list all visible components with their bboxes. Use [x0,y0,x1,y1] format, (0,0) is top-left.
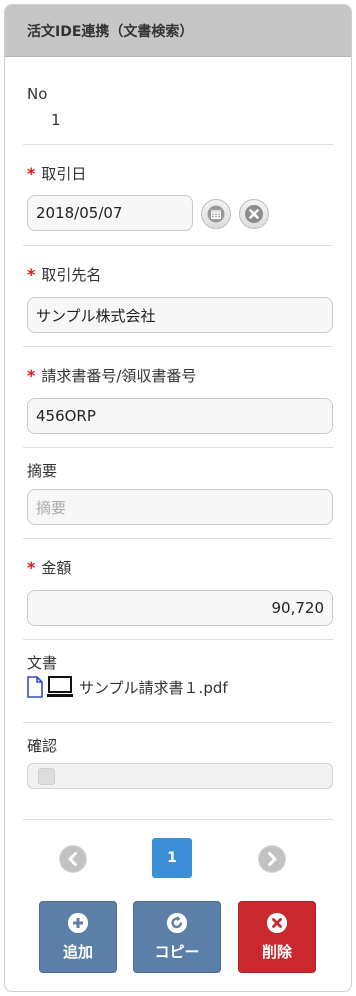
amount-input-value: 90,720 [271,599,325,617]
partner-input[interactable]: サンプル株式会社 [27,297,333,333]
copy-button[interactable]: コピー [133,901,221,973]
confirm-field [27,763,333,789]
no-section: No 1 [23,59,333,145]
invoice-section: * 請求書番号/領収書番号 456ORP [23,347,333,448]
add-button-label: 追加 [62,942,93,961]
date-label: * 取引日 [27,163,86,184]
required-mark: * [27,265,36,284]
file-icon [27,676,43,698]
copy-button-label: コピー [154,942,200,961]
partner-input-value: サンプル株式会社 [36,306,156,325]
invoice-label-text: 請求書番号/領収書番号 [41,367,197,385]
summary-label: 摘要 [27,462,58,480]
delete-button[interactable]: 削除 [238,901,316,973]
partner-section: * 取引先名 サンプル株式会社 [23,246,333,347]
invoice-label: * 請求書番号/領収書番号 [27,365,196,386]
date-input[interactable]: 2018/05/07 [27,195,193,231]
document-file-link[interactable]: サンプル請求書１.pdf [27,676,228,698]
summary-section: 摘要 摘要 [23,448,333,539]
clear-date-button[interactable] [239,199,269,229]
confirm-section: 確認 [23,723,333,820]
partner-label: * 取引先名 [27,264,101,285]
page-number-text: 1 [167,850,177,866]
confirm-checkbox[interactable] [38,768,55,785]
summary-placeholder: 摘要 [36,498,67,517]
document-label: 文書 [27,654,58,672]
refresh-icon [167,912,187,933]
amount-label: * 金額 [27,557,71,578]
add-button[interactable]: 追加 [39,901,117,973]
partner-label-text: 取引先名 [41,266,102,284]
date-input-value: 2018/05/07 [36,204,123,222]
page-number-current[interactable]: 1 [152,838,192,878]
close-icon [267,912,287,933]
form-card: 活文IDE連携（文書検索） No 1 * 取引日 2018/05/07 * 取引… [4,4,352,992]
calendar-button[interactable] [201,199,231,229]
no-label: No [27,85,48,103]
confirm-label: 確認 [27,737,58,755]
clear-icon [245,205,263,223]
plus-icon [68,912,88,933]
required-mark: * [27,164,36,183]
calendar-icon [207,205,225,223]
next-page-button[interactable] [258,845,286,873]
invoice-input[interactable]: 456ORP [27,398,333,434]
document-file-name: サンプル請求書１.pdf [79,678,228,697]
no-value: 1 [51,111,61,129]
amount-section: * 金額 90,720 [23,539,333,640]
prev-page-button[interactable] [59,845,87,873]
amount-label-text: 金額 [41,559,72,577]
required-mark: * [27,366,36,385]
required-mark: * [27,558,36,577]
page-title-text: 活文IDE連携（文書検索） [27,23,194,40]
summary-input[interactable]: 摘要 [27,489,333,525]
computer-icon [47,676,73,697]
chevron-left-icon [60,846,86,872]
page-title: 活文IDE連携（文書検索） [5,5,351,57]
chevron-right-icon [259,846,285,872]
invoice-input-value: 456ORP [36,407,96,425]
document-section: 文書 サンプル請求書１.pdf [23,640,333,723]
date-label-text: 取引日 [41,165,87,183]
delete-button-label: 削除 [261,942,292,961]
amount-input[interactable]: 90,720 [27,590,333,626]
date-section: * 取引日 2018/05/07 [23,145,333,246]
